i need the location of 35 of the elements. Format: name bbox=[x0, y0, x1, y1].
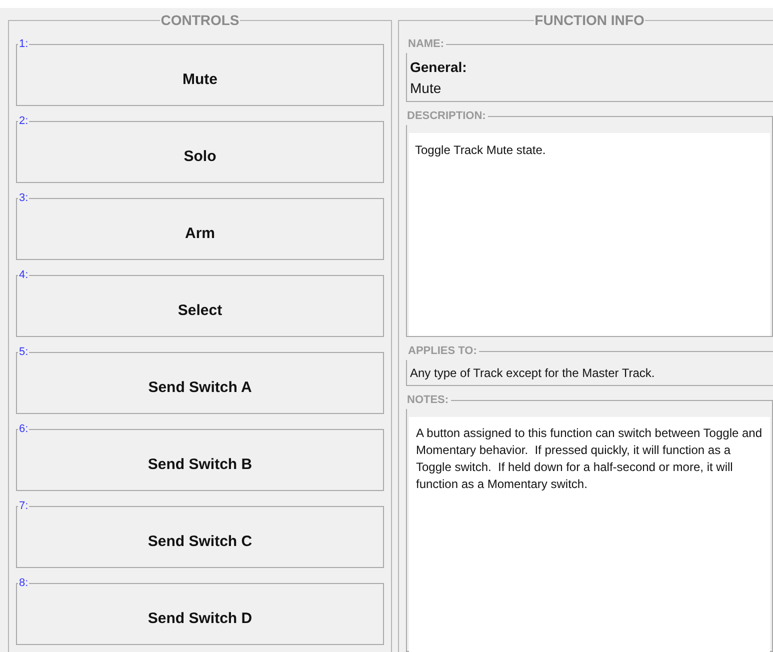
slot-number: 1: bbox=[18, 37, 30, 52]
function-label: Send Switch D bbox=[148, 608, 252, 628]
function-label: Send Switch C bbox=[148, 532, 252, 552]
control-slot[interactable]: 5: Send Switch A bbox=[16, 344, 384, 414]
control-slot[interactable]: 8: Send Switch D bbox=[16, 575, 384, 645]
section-label: APPLIES TO: bbox=[407, 344, 478, 359]
slot-number: 4: bbox=[18, 268, 30, 283]
slot-number: 3: bbox=[18, 191, 30, 206]
slot-number: 6: bbox=[18, 422, 30, 437]
control-slot[interactable]: 6: Send Switch B bbox=[16, 421, 384, 491]
control-slot[interactable]: 4: Select bbox=[16, 267, 384, 337]
panel-title: FUNCTION INFO bbox=[534, 11, 646, 30]
function-name: Mute bbox=[410, 78, 442, 98]
function-category: General: bbox=[410, 58, 467, 76]
section-label: NAME: bbox=[407, 37, 446, 52]
panel-title: CONTROLS bbox=[160, 11, 240, 30]
control-slot[interactable]: 3: Arm bbox=[16, 190, 384, 260]
description-text: Toggle Track Mute state. bbox=[409, 132, 770, 336]
slot-number: 5: bbox=[18, 345, 30, 360]
section-label: NOTES: bbox=[406, 393, 450, 408]
slot-number: 2: bbox=[18, 114, 30, 129]
control-slot[interactable]: 2: Solo bbox=[16, 113, 384, 183]
function-label: Send Switch A bbox=[148, 378, 252, 398]
slot-number: 7: bbox=[18, 499, 30, 514]
control-slot[interactable]: 1: Mute bbox=[16, 36, 384, 106]
function-label: Send Switch B bbox=[148, 454, 252, 474]
function-label: Mute bbox=[182, 70, 218, 90]
control-slot[interactable]: 7: Send Switch C bbox=[16, 498, 384, 568]
notes-text: A button assigned to this function can switch between Toggle and Momentary behavior. If pressed quickly, it will function as a Toggle switch. If held down for a half-second or more, it will function as a Momentary switch. bbox=[409, 416, 770, 652]
slot-number: 8: bbox=[18, 576, 30, 591]
function-label: Solo bbox=[184, 146, 216, 166]
function-label: Arm bbox=[184, 224, 215, 244]
section-label: DESCRIPTION: bbox=[406, 109, 487, 124]
function-label: Select bbox=[178, 300, 222, 320]
applies-to-text: Any type of Track except for the Master Track. bbox=[410, 364, 655, 382]
